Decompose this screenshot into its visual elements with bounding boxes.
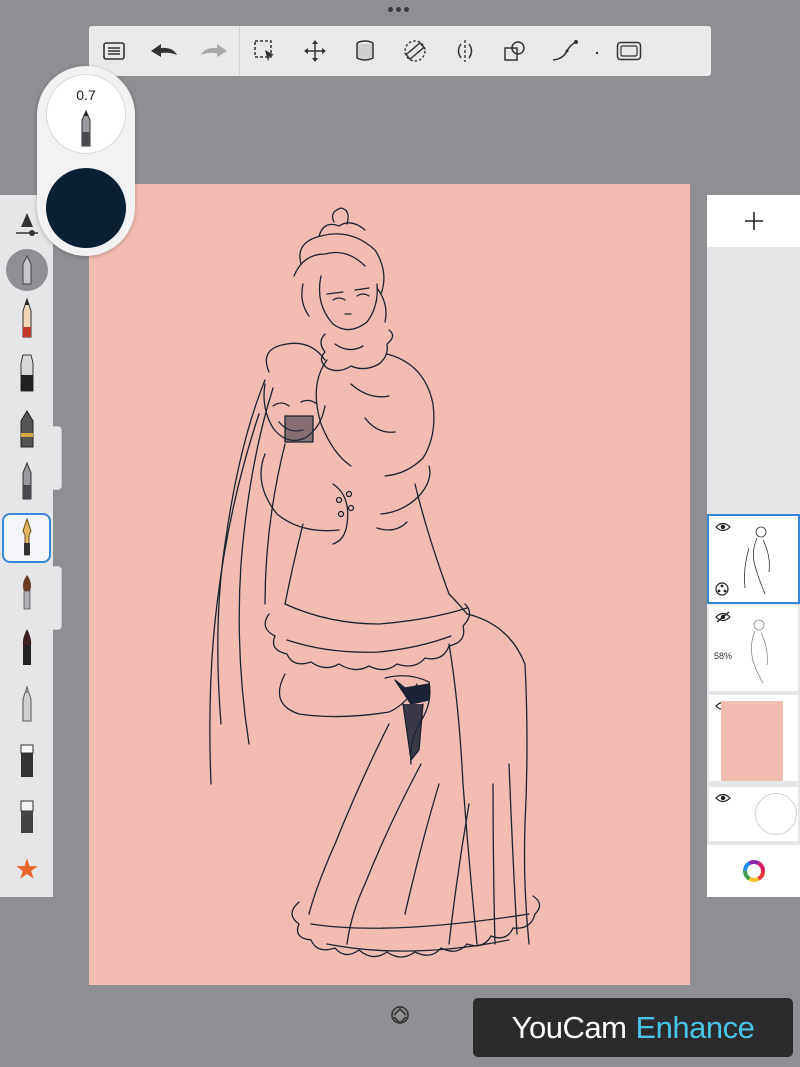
layer-thumbnail-faded[interactable]: 58% [709,605,798,691]
watermark-badge: YouCam Enhance [473,998,793,1057]
airbrush-icon [22,685,31,722]
brush-tool-ink-pen[interactable] [4,407,49,453]
layers-panel: 58% [707,195,800,897]
brush-pen-icon [22,629,31,665]
redo-icon[interactable] [189,26,239,76]
stroke-icon[interactable] [540,26,590,76]
undo-icon[interactable] [139,26,189,76]
panel-grabber[interactable] [388,7,412,15]
brush-palette [0,195,53,897]
background-color-circle [755,793,797,835]
layer-thumbnail-paper[interactable] [709,695,798,781]
sketch-drawing [209,207,541,958]
paint-bucket-icon[interactable] [340,26,390,76]
watermark-text-secondary: Enhance [635,1009,755,1045]
fullscreen-icon[interactable] [604,26,654,76]
ink-pen-icon [20,410,33,448]
eye-visible-icon[interactable] [715,793,731,803]
layer-options-icon[interactable] [715,582,729,596]
smudge-icon [20,744,33,777]
current-color-swatch[interactable] [46,168,126,248]
eye-hidden-icon[interactable] [715,611,731,623]
brush-size-value: 0.7 [76,87,96,103]
layer-thumbnail-background[interactable] [709,787,798,841]
brush-tool-pencil[interactable] [4,295,49,341]
layer-faded-preview [751,619,768,684]
color-wheel-button[interactable] [707,845,800,897]
brush-tool-paintbrush[interactable] [4,569,49,615]
paintbrush-icon [22,575,31,610]
eraser-icon [20,800,33,833]
brush-tool-smudge[interactable] [4,737,49,783]
brush-tool-fountain-pen[interactable] [2,513,51,563]
eye-visible-icon[interactable] [715,522,731,532]
add-layer-button[interactable] [707,195,800,247]
marker-icon [20,354,33,392]
layer-thumbnail-active[interactable] [707,514,800,604]
plus-icon [744,212,763,230]
favorites-star-icon [16,858,37,879]
brush-palette-tab-upper[interactable] [53,426,62,490]
brush-tool-brush-pen[interactable] [4,625,49,671]
layer-sketch-preview [744,526,770,595]
selection-icon[interactable] [240,26,290,76]
symmetry-icon[interactable] [440,26,490,76]
brush-tool-favorites-star[interactable] [4,847,49,893]
pencil-icon [22,297,31,338]
top-toolbar [89,26,711,76]
rotate-arrows-icon [391,1006,409,1025]
size-indicator-icon[interactable] [4,247,49,293]
brush-tool-ballpoint-pen[interactable] [4,459,49,505]
paper-color-preview [721,701,783,781]
brush-tool-eraser[interactable] [4,793,49,839]
watermark-text-primary: YouCam [511,1009,627,1045]
layer-opacity-label: 58% [714,651,733,661]
brush-palette-tab-lower[interactable] [53,566,62,630]
brush-tool-airbrush[interactable] [4,681,49,727]
shapes-icon[interactable] [490,26,540,76]
toggle-ui-button[interactable] [389,1004,411,1026]
ballpoint-pen-icon [22,461,31,500]
transform-icon[interactable] [290,26,340,76]
color-wheel-icon [742,860,765,882]
brush-size-button[interactable]: 0.7 [46,74,126,154]
brush-popover: 0.7 [37,66,135,256]
canvas-view-dot-icon [590,26,604,76]
ballpoint-nib-icon [81,110,91,147]
drawing-canvas[interactable] [89,184,690,985]
ruler-icon[interactable] [390,26,440,76]
brush-tool-marker[interactable] [4,351,49,397]
fountain-pen-icon [21,517,32,556]
